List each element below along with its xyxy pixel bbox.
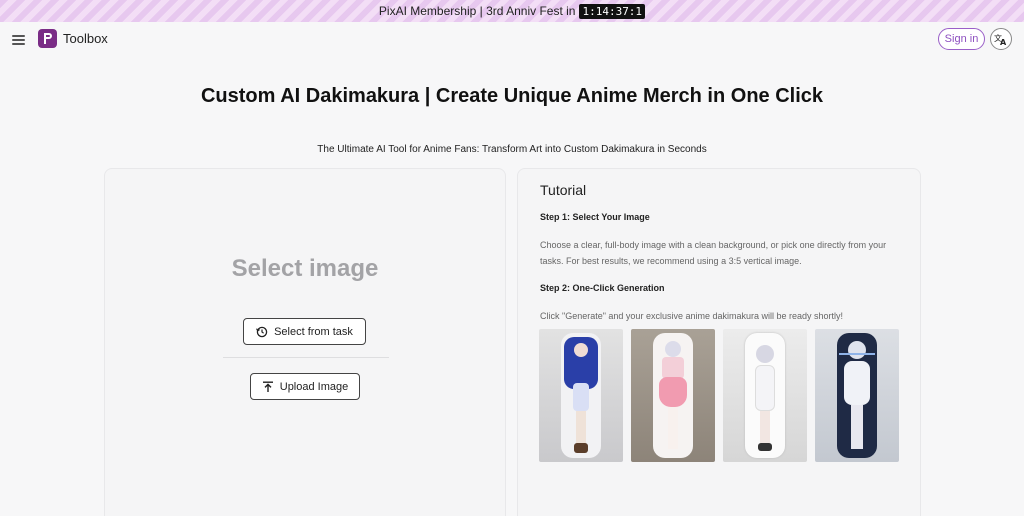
page-subtitle: The Ultimate AI Tool for Anime Fans: Tra… — [317, 144, 707, 155]
history-icon — [256, 326, 268, 337]
select-image-placeholder[interactable]: Select image — [105, 255, 505, 283]
upload-image-label: Upload Image — [279, 380, 349, 393]
example-image-4 — [815, 329, 899, 462]
promo-banner[interactable]: PixAI Membership | 3rd Anniv Fest in 1:1… — [0, 0, 1024, 22]
divider — [223, 357, 389, 358]
step1-text: Choose a clear, full-body image with a c… — [540, 240, 887, 266]
tutorial-panel: Tutorial Step 1: Select Your Image Choos… — [517, 168, 921, 516]
step2-title: Step 2: One-Click Generation — [540, 283, 665, 293]
image-upload-panel[interactable]: Select image Select from task Upload Ima… — [104, 168, 506, 516]
tutorial-title: Tutorial — [540, 182, 587, 198]
logo-text[interactable]: Toolbox — [63, 31, 108, 46]
translate-icon: 文 A — [994, 33, 1007, 46]
sign-in-button[interactable]: Sign in — [938, 28, 985, 50]
upload-icon — [262, 381, 273, 392]
select-from-task-button[interactable]: Select from task — [243, 318, 366, 345]
example-image-2 — [631, 329, 715, 462]
top-navigation: Toolbox Sign in 文 A — [0, 22, 1024, 58]
select-from-task-label: Select from task — [274, 325, 353, 338]
step2-text: Click "Generate" and your exclusive anim… — [540, 311, 844, 321]
hamburger-menu-icon[interactable] — [12, 35, 25, 45]
example-image-3 — [723, 329, 807, 462]
page-title: Custom AI Dakimakura | Create Unique Ani… — [200, 85, 824, 107]
svg-text:A: A — [1000, 38, 1007, 46]
countdown-timer: 1:14:37:1 — [579, 3, 646, 19]
upload-image-button[interactable]: Upload Image — [250, 373, 360, 400]
language-button[interactable]: 文 A — [990, 28, 1012, 50]
promo-text: PixAI Membership | 3rd Anniv Fest in — [378, 4, 576, 18]
example-image-1 — [539, 329, 623, 462]
toolbox-logo[interactable] — [38, 29, 57, 48]
step1-title: Step 1: Select Your Image — [540, 212, 650, 222]
